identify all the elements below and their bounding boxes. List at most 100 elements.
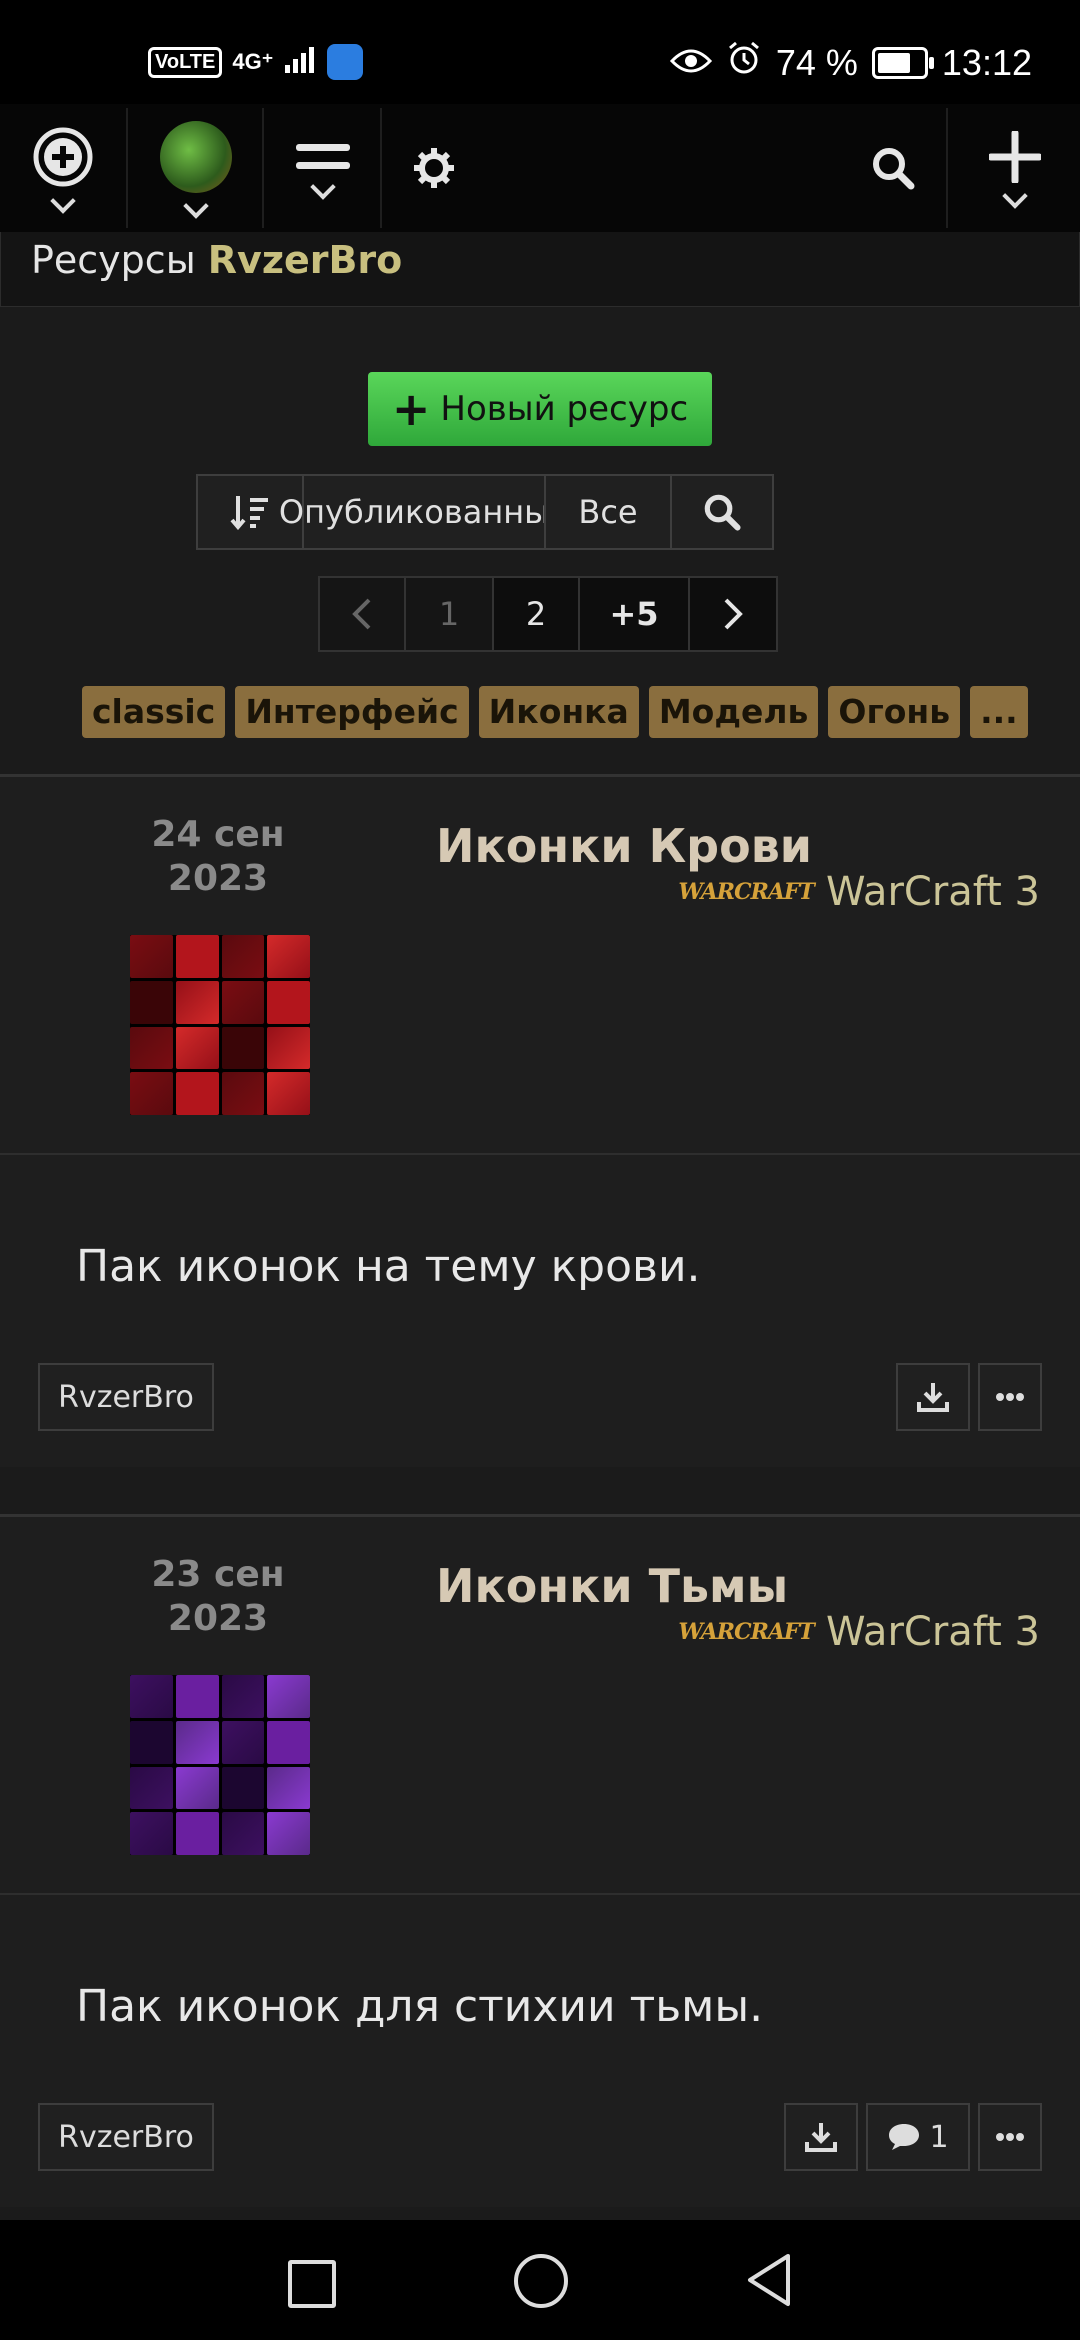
thumbnail-tile <box>175 935 219 978</box>
resource-thumbnail[interactable] <box>130 935 310 1115</box>
thumbnail-tile <box>130 1675 173 1718</box>
status-bar: VoLTE 4G⁺ 74 % 13:12 <box>0 0 1080 104</box>
thumbnail-tile <box>130 935 173 978</box>
more-icon <box>996 1393 1024 1401</box>
eye-icon <box>669 42 712 84</box>
filter-all[interactable]: Все <box>544 474 672 550</box>
battery-percent: 74 % <box>775 41 858 83</box>
user-menu-button[interactable] <box>130 104 262 232</box>
thumbnail-tile <box>175 1026 219 1070</box>
prev-page-button[interactable] <box>318 576 406 652</box>
resource-date-year: 2023 <box>167 858 269 899</box>
tag-item[interactable]: Иконка <box>478 686 639 738</box>
resource-date: 23 сен 2023 <box>118 1553 318 1641</box>
page-header: Ресурсы RvzerBro <box>0 232 1080 307</box>
resource-card: 24 сен 2023 Иконки Крови WARCRAFT WarCra… <box>0 774 1080 1467</box>
more-icon <box>996 2133 1024 2141</box>
author-button[interactable]: RvzerBro <box>38 2103 214 2171</box>
page-more[interactable]: +5 <box>578 576 690 652</box>
thumbnail-tile <box>221 1072 265 1115</box>
thumbnail-tile <box>130 980 173 1024</box>
avatar <box>160 121 232 193</box>
resource-game-label: WarCraft 3 <box>825 869 1040 915</box>
resource-thumbnail[interactable] <box>130 1675 310 1855</box>
tag-item[interactable]: Огонь <box>828 686 961 738</box>
warcraft-logo: WARCRAFT <box>678 879 815 905</box>
resource-game-label: WarCraft 3 <box>825 1609 1040 1655</box>
thumbnail-tile <box>267 980 310 1024</box>
page-title: Ресурсы RvzerBro <box>31 238 402 282</box>
thumbnail-tile <box>267 1812 310 1855</box>
settings-button[interactable] <box>384 104 484 232</box>
resource-date-day: 24 сен <box>151 814 285 855</box>
page-1[interactable]: 1 <box>404 576 494 652</box>
tag-list: classic Интерфейс Иконка Модель Огонь ..… <box>82 686 1028 738</box>
warcraft-logo: WARCRAFT <box>678 1619 815 1645</box>
thumbnail-tile <box>221 980 265 1024</box>
thumbnail-tile <box>221 1812 265 1855</box>
battery-icon <box>871 46 934 79</box>
thumbnail-tile <box>267 935 310 978</box>
thumbnail-tile <box>267 1072 310 1115</box>
resource-game[interactable]: WARCRAFT WarCraft 3 <box>678 869 1040 915</box>
tag-more[interactable]: ... <box>970 686 1028 738</box>
tag-item[interactable]: classic <box>82 686 226 738</box>
volte-badge: VoLTE <box>148 46 223 78</box>
system-navigation-bar <box>0 2220 1080 2340</box>
resource-date-day: 23 сен <box>151 1554 285 1595</box>
page-2-current[interactable]: 2 <box>492 576 580 652</box>
more-options-button[interactable] <box>978 2103 1042 2171</box>
back-button[interactable] <box>744 2252 794 2308</box>
filter-published[interactable]: Опубликованные <box>279 474 569 550</box>
plus-circle-icon <box>33 127 93 187</box>
signal-bars-icon <box>283 45 317 79</box>
card-divider <box>0 1893 1080 1895</box>
download-icon <box>917 1383 949 1412</box>
thumbnail-tile <box>175 1812 219 1855</box>
resource-date-year: 2023 <box>167 1598 269 1639</box>
resource-description: Пак иконок на тему крови. <box>76 1241 701 1292</box>
network-signal: 4G⁺ <box>232 49 274 74</box>
chevron-down-icon <box>310 174 336 200</box>
resource-description: Пак иконок для стихии тьмы. <box>76 1981 764 2032</box>
tag-item[interactable]: Интерфейс <box>235 686 469 738</box>
download-icon <box>805 2123 837 2152</box>
thumbnail-tile <box>175 1072 219 1115</box>
clock: 13:12 <box>941 41 1032 83</box>
page-title-prefix: Ресурсы <box>31 238 196 282</box>
comments-button[interactable]: 1 <box>866 2103 970 2171</box>
author-button[interactable]: RvzerBro <box>38 1363 214 1431</box>
thumbnail-tile <box>175 1675 219 1718</box>
new-resource-button[interactable]: + Новый ресурс <box>368 372 712 446</box>
next-page-button[interactable] <box>688 576 778 652</box>
create-menu-button[interactable] <box>950 104 1080 232</box>
home-button[interactable] <box>514 2254 568 2308</box>
thumbnail-tile <box>130 1766 173 1810</box>
thumbnail-tile <box>130 1072 173 1115</box>
gear-icon <box>414 148 454 188</box>
more-options-button[interactable] <box>978 1363 1042 1431</box>
new-resource-label: Новый ресурс <box>440 389 689 429</box>
thumbnail-tile <box>221 1675 265 1718</box>
download-button[interactable] <box>784 2103 858 2171</box>
thumbnail-tile <box>267 1766 310 1810</box>
resource-title[interactable]: Иконки Крови <box>436 819 812 873</box>
page-title-user[interactable]: RvzerBro <box>208 238 402 282</box>
thumbnail-tile <box>221 1026 265 1070</box>
filter-search-button[interactable] <box>670 474 774 550</box>
resource-title[interactable]: Иконки Тьмы <box>436 1559 788 1613</box>
resource-game[interactable]: WARCRAFT WarCraft 3 <box>678 1609 1040 1655</box>
chevron-down-icon <box>183 193 209 219</box>
recents-button[interactable] <box>288 2260 336 2308</box>
comments-count: 1 <box>929 2119 949 2155</box>
tag-item[interactable]: Модель <box>648 686 819 738</box>
plus-icon <box>989 131 1041 183</box>
download-button[interactable] <box>896 1363 970 1431</box>
thumbnail-tile <box>267 1675 310 1718</box>
card-divider <box>0 1153 1080 1155</box>
alarm-icon <box>726 40 762 85</box>
search-button[interactable] <box>846 104 940 232</box>
thumbnail-tile <box>221 1720 265 1764</box>
main-menu-button[interactable] <box>266 104 380 232</box>
add-menu-button[interactable] <box>0 104 126 232</box>
